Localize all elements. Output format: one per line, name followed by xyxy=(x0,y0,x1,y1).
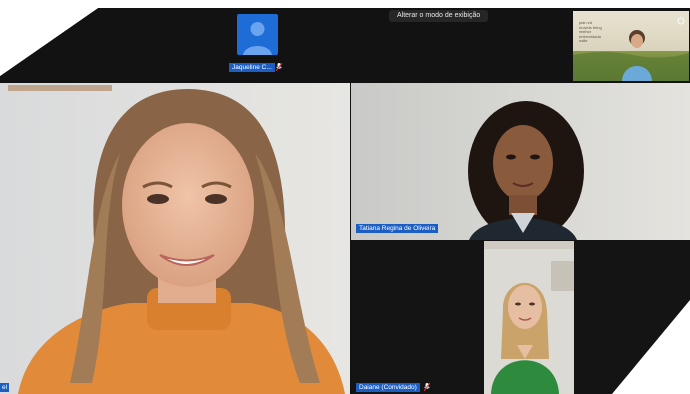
video-conference-window: Alterar o modo de exibição Jaqueline C..… xyxy=(0,0,690,394)
screenshot-corner-mask xyxy=(0,0,690,394)
